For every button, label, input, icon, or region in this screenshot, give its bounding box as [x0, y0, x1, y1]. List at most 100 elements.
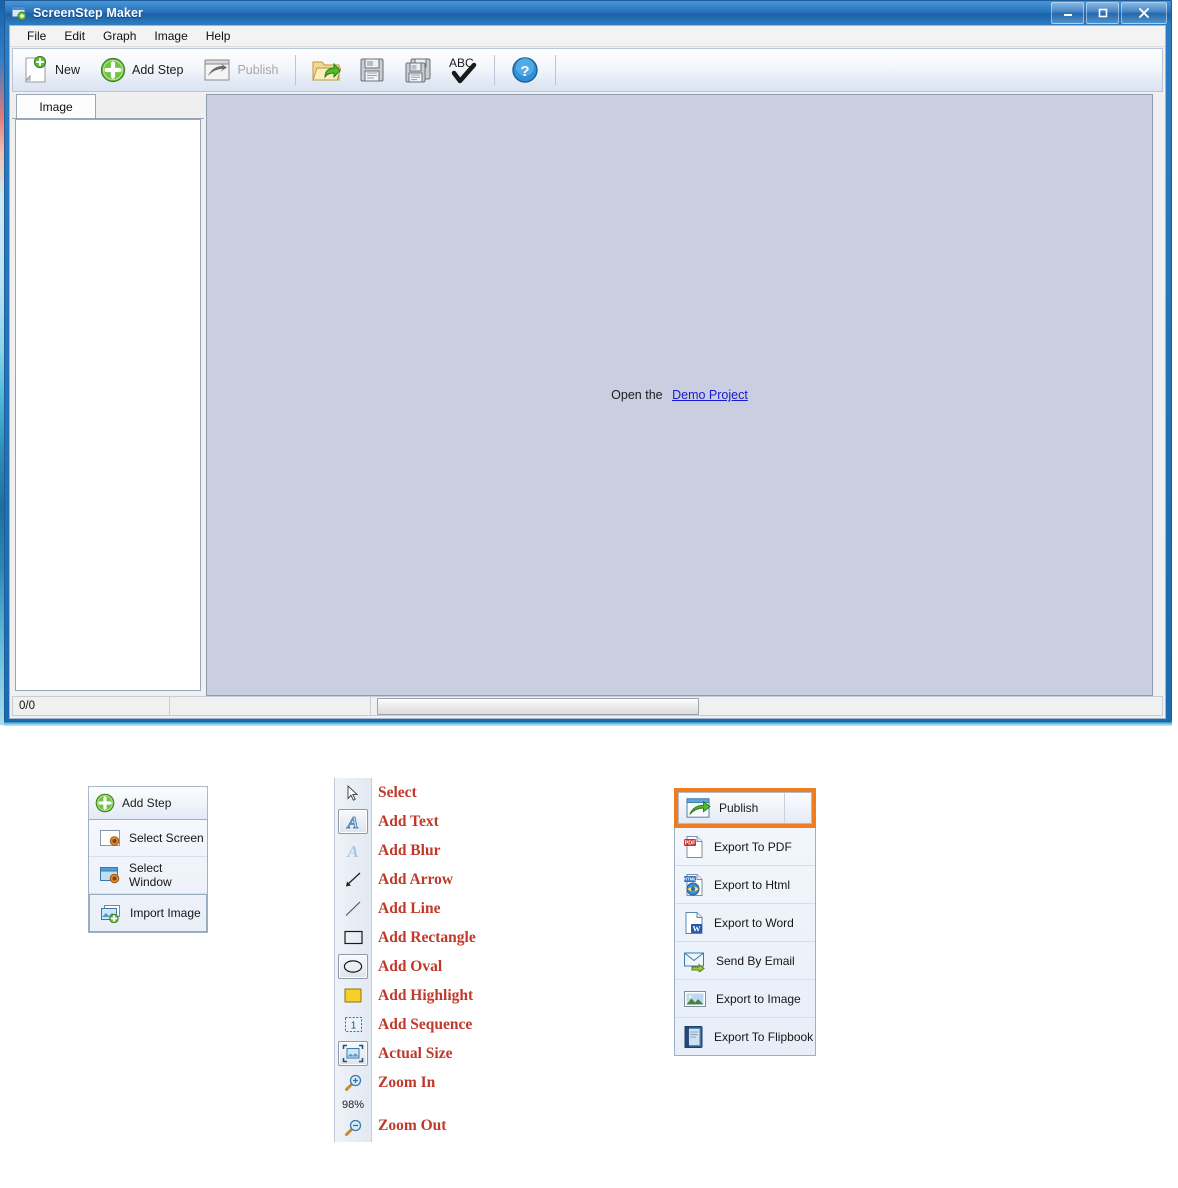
- window-bottom-glow: [4, 722, 1172, 726]
- tab-image-label: Image: [39, 99, 73, 114]
- zoom-percent-label: 98%: [341, 1099, 365, 1111]
- save-button[interactable]: [349, 50, 395, 90]
- tool-zoom-in[interactable]: [335, 1068, 371, 1097]
- menu-item-export-html[interactable]: HTML Export to Html: [675, 866, 815, 904]
- menu-help[interactable]: Help: [197, 27, 240, 45]
- svg-text:HTML: HTML: [684, 876, 697, 881]
- publish-header-dropdown-area[interactable]: [784, 793, 811, 823]
- canvas-placeholder-message: Open the Demo Project: [611, 388, 748, 402]
- cursor-arrow-icon: [346, 784, 360, 801]
- tool-add-line[interactable]: [335, 894, 371, 923]
- publish-arrow-icon: [685, 797, 711, 819]
- tab-strip: Image: [12, 94, 204, 119]
- magnifier-plus-icon: [344, 1074, 363, 1092]
- add-step-menu-header[interactable]: Add Step: [88, 786, 208, 819]
- step-thumbnail-list[interactable]: [15, 119, 201, 691]
- green-plus-icon: [100, 57, 126, 83]
- select-window-icon: [99, 866, 121, 884]
- add-step-button[interactable]: Add Step: [90, 51, 193, 89]
- tool-add-sequence[interactable]: 1: [335, 1010, 371, 1039]
- left-pane: Image: [12, 94, 204, 696]
- highlight-square-icon: [344, 988, 362, 1003]
- spellcheck-button[interactable]: ABC: [441, 50, 487, 90]
- publish-menu-header-label: Publish: [719, 801, 759, 815]
- tool-label-column: Select Add Text Add Blur Add Arrow Add L…: [378, 778, 476, 1142]
- tool-label-zoom-out: Zoom Out: [378, 1117, 447, 1134]
- tool-actual-size[interactable]: [335, 1039, 371, 1068]
- tool-label-add-text: Add Text: [378, 813, 439, 830]
- magnifier-minus-icon: [344, 1119, 363, 1137]
- help-button[interactable]: ?: [502, 50, 548, 90]
- menu-image[interactable]: Image: [145, 27, 196, 45]
- tool-add-rectangle[interactable]: [335, 923, 371, 952]
- tool-zoom-out[interactable]: [335, 1113, 371, 1142]
- minimize-button[interactable]: [1051, 2, 1084, 24]
- tab-image[interactable]: Image: [16, 94, 96, 118]
- title-bar[interactable]: ScreenStep Maker: [5, 1, 1171, 25]
- menu-item-export-image[interactable]: Export to Image: [675, 980, 815, 1018]
- main-toolbar: New Add Step Publish ABC ?: [12, 48, 1163, 92]
- svg-text:PDF: PDF: [685, 840, 696, 846]
- menu-item-label: Export To Flipbook: [714, 1029, 814, 1044]
- tool-label-add-blur: Add Blur: [378, 842, 441, 859]
- menu-edit[interactable]: Edit: [55, 27, 94, 45]
- word-file-icon: W: [683, 911, 705, 935]
- menu-item-label: Export to Word: [714, 915, 794, 930]
- menu-item-export-pdf[interactable]: PDF Export To PDF: [675, 828, 815, 866]
- publish-menu-callout: Publish PDF Export To PDF HTML Export to…: [674, 788, 823, 1056]
- publish-toolbar-button[interactable]: Publish: [193, 51, 288, 89]
- close-button[interactable]: [1121, 2, 1167, 24]
- save-as-button[interactable]: [395, 50, 441, 90]
- menu-item-import-image[interactable]: Import Image: [89, 894, 207, 932]
- toolbar-separator-2: [494, 55, 496, 85]
- demo-project-link[interactable]: Demo Project: [672, 388, 748, 402]
- menu-item-export-flipbook[interactable]: Export To Flipbook: [675, 1018, 815, 1055]
- sequence-number-icon: 1: [344, 1016, 363, 1033]
- status-spacer: [170, 697, 371, 715]
- menu-item-label: Export To PDF: [714, 839, 792, 854]
- menu-item-label: Select Window: [129, 861, 172, 889]
- menu-item-select-window[interactable]: Select Window: [89, 857, 207, 894]
- maximize-button[interactable]: [1086, 2, 1119, 24]
- email-envelope-icon: [683, 950, 707, 974]
- tool-label-add-highlight: Add Highlight: [378, 987, 474, 1004]
- tool-add-text[interactable]: A: [335, 807, 371, 836]
- image-canvas[interactable]: Open the Demo Project: [206, 94, 1153, 696]
- toolbar-separator-3: [555, 55, 557, 85]
- new-document-icon: [23, 55, 49, 84]
- menu-item-send-email[interactable]: Send By Email: [675, 942, 815, 980]
- tool-select[interactable]: [335, 778, 371, 807]
- new-button[interactable]: New: [13, 51, 90, 89]
- save-icon: [359, 57, 385, 83]
- tool-add-highlight[interactable]: [335, 981, 371, 1010]
- rectangle-icon: [343, 930, 363, 945]
- publish-menu-header[interactable]: Publish: [678, 792, 812, 824]
- toolbar-empty-area: [563, 49, 1162, 91]
- tool-label-add-line: Add Line: [378, 900, 441, 917]
- tool-label-zoom-in: Zoom In: [378, 1074, 436, 1091]
- tool-add-blur[interactable]: A: [335, 836, 371, 865]
- menu-bar: File Edit Graph Image Help: [10, 26, 1165, 47]
- publish-arrow-icon: [203, 58, 231, 82]
- status-bar: 0/0: [12, 696, 1163, 716]
- book-icon: [683, 1025, 705, 1049]
- publish-menu-panel: PDF Export To PDF HTML Export to Html W …: [674, 828, 816, 1056]
- menu-item-select-screen[interactable]: Select Screen: [89, 820, 207, 857]
- svg-text:?: ?: [521, 63, 530, 80]
- app-window-icon: [11, 5, 27, 21]
- horizontal-scrollbar[interactable]: [377, 697, 699, 715]
- actual-size-icon: [342, 1044, 364, 1063]
- tool-add-arrow[interactable]: [335, 865, 371, 894]
- status-counter: 0/0: [13, 697, 170, 715]
- tool-label-add-oval: Add Oval: [378, 958, 443, 975]
- open-folder-button[interactable]: [303, 50, 349, 90]
- oval-icon: [343, 959, 363, 974]
- menu-item-label: Export to Html: [714, 877, 791, 892]
- menu-file[interactable]: File: [18, 27, 55, 45]
- menu-item-export-word[interactable]: W Export to Word: [675, 904, 815, 942]
- menu-item-label: Export to Image: [716, 991, 801, 1006]
- menu-item-label: Import Image: [130, 906, 201, 920]
- menu-graph[interactable]: Graph: [94, 27, 145, 45]
- application-window: ScreenStep Maker File Edit Graph Image H…: [4, 0, 1172, 722]
- tool-add-oval[interactable]: [335, 952, 371, 981]
